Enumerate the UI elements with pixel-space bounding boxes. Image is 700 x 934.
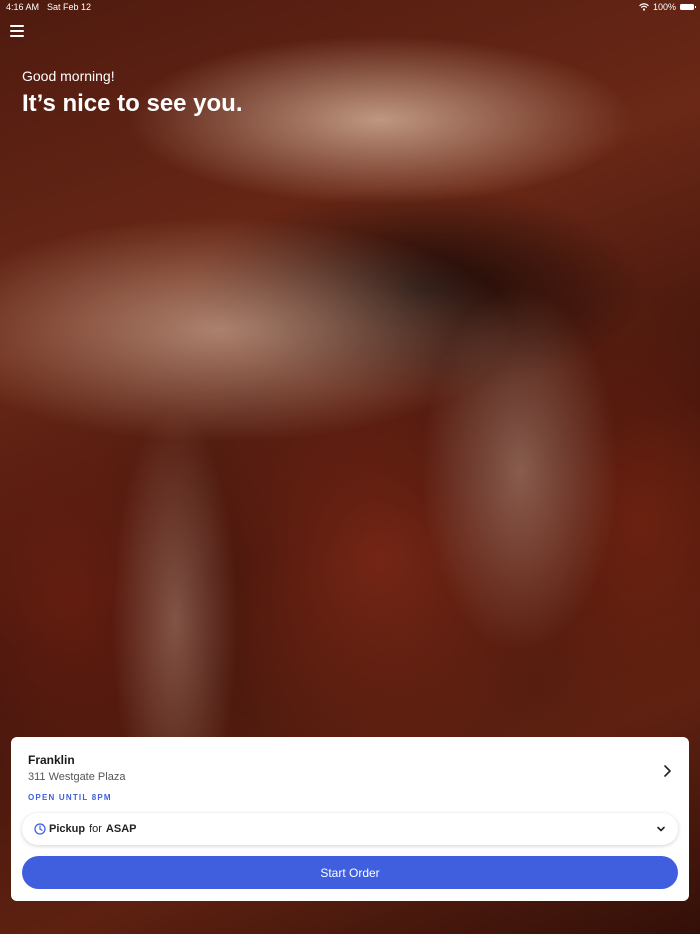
open-status-badge: OPEN UNTIL 8PM [28,793,112,802]
store-selector[interactable]: Franklin 311 Westgate Plaza [28,753,675,783]
status-date: Sat Feb 12 [47,2,92,12]
status-bar: 4:16 AM Sat Feb 12 100% [0,0,700,14]
battery-percent: 100% [652,2,676,12]
greeting-text: Good morning! [22,68,115,84]
store-address: 311 Westgate Plaza [28,771,126,783]
menu-icon[interactable] [10,25,24,37]
chevron-down-icon [657,826,665,832]
store-name: Franklin [28,753,75,767]
wifi-icon [639,3,649,11]
clock-icon [34,823,46,835]
order-time: ASAP [105,823,137,835]
pickup-time-select[interactable]: Pickup for ASAP [22,813,678,845]
order-mode: Pickup [49,823,86,835]
battery-icon [680,4,696,10]
order-for-label: for [89,823,102,835]
chevron-right-icon [664,765,671,777]
status-time: 4:16 AM [6,2,40,12]
order-card: Franklin 311 Westgate Plaza OPEN UNTIL 8… [11,737,689,901]
page-headline: It’s nice to see you. [22,90,243,117]
start-order-button[interactable]: Start Order [22,856,678,889]
